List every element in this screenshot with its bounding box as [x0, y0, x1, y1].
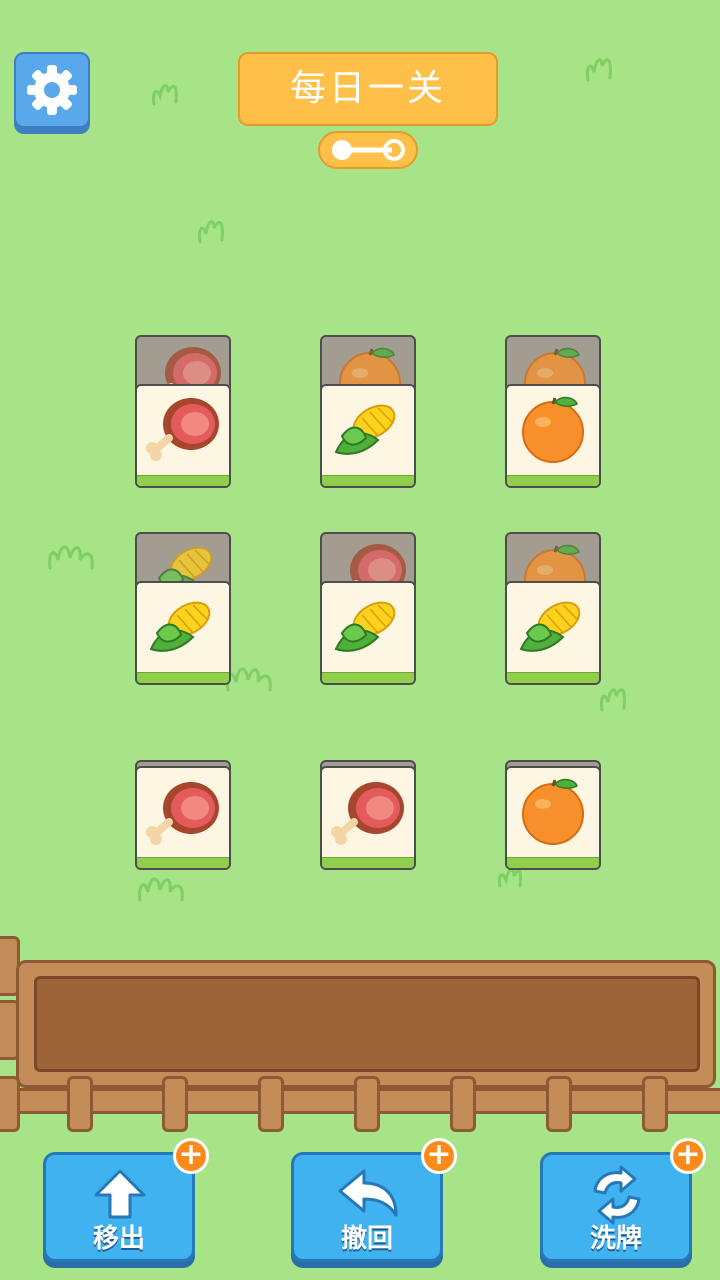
- tile-tray-slots: [34, 976, 700, 1072]
- shuffle-button[interactable]: 洗牌: [540, 1152, 692, 1262]
- fence-post: [258, 1076, 284, 1132]
- undo-label: 撤回: [340, 1224, 393, 1254]
- tile-ham[interactable]: [320, 766, 416, 870]
- corn-icon: [513, 593, 593, 663]
- ham-icon: [143, 394, 223, 464]
- tile-corn[interactable]: [320, 581, 416, 685]
- tile-corn[interactable]: [505, 581, 601, 685]
- undo-plus-icon[interactable]: +: [421, 1138, 457, 1174]
- fence-post: [450, 1076, 476, 1132]
- level-progress-indicator: [318, 131, 418, 169]
- tile-orange[interactable]: [505, 766, 601, 870]
- grass-doodle: [48, 545, 94, 570]
- grass-doodle: [152, 84, 178, 106]
- corn-icon: [143, 593, 223, 663]
- fence-post: [642, 1076, 668, 1132]
- level-progress-icon: [332, 139, 405, 161]
- grass-doodle: [586, 58, 612, 82]
- ham-icon: [143, 778, 223, 848]
- move-out-button[interactable]: 移出: [43, 1152, 195, 1262]
- undo-button[interactable]: 撤回: [291, 1152, 443, 1262]
- grass-doodle: [600, 688, 626, 712]
- ham-icon: [328, 778, 408, 848]
- arrow-up-icon: [94, 1169, 146, 1219]
- shuffle-label: 洗牌: [589, 1224, 642, 1254]
- settings-button[interactable]: [14, 52, 90, 128]
- tile-ham[interactable]: [135, 384, 231, 488]
- tile-orange[interactable]: [505, 384, 601, 488]
- level-title: 每日一关: [238, 52, 498, 126]
- grass-doodle: [138, 877, 184, 902]
- grass-doodle: [226, 667, 272, 692]
- corn-icon: [328, 593, 408, 663]
- shuffle-icon: [593, 1165, 641, 1225]
- fence-post: [0, 1076, 20, 1132]
- grass-doodle: [198, 220, 224, 244]
- shuffle-plus-icon[interactable]: +: [670, 1138, 706, 1174]
- tile-corn[interactable]: [320, 384, 416, 488]
- fence-post: [162, 1076, 188, 1132]
- move-out-plus-icon[interactable]: +: [173, 1138, 209, 1174]
- tile-corn[interactable]: [135, 581, 231, 685]
- tile-ham[interactable]: [135, 766, 231, 870]
- orange-icon: [513, 394, 593, 464]
- fence-post: [67, 1076, 93, 1132]
- orange-icon: [513, 776, 593, 846]
- gear-icon: [27, 65, 77, 115]
- corn-icon: [328, 396, 408, 466]
- fence-post: [354, 1076, 380, 1132]
- fence-post: [546, 1076, 572, 1132]
- undo-arrow-icon: [338, 1169, 398, 1217]
- move-out-label: 移出: [92, 1224, 145, 1254]
